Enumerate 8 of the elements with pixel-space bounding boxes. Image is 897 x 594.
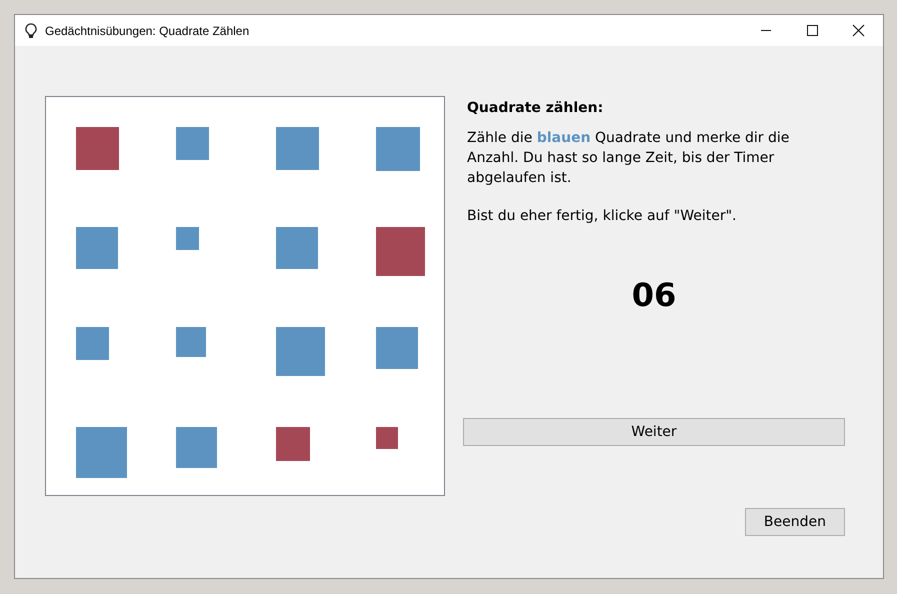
instructions-heading: Quadrate zählen: bbox=[467, 100, 604, 116]
next-button[interactable]: Weiter bbox=[463, 418, 845, 446]
instructions-text: Zähle die blauen Quadrate und merke dir die Anzahl. Du hast so lange Zeit, bis der Timer abgelaufen ist. bbox=[467, 129, 790, 188]
instructions-text: Bist du eher fertig, klicke auf "Weiter". bbox=[467, 207, 738, 226]
timer-text: 06 bbox=[630, 276, 678, 314]
window-title: Gedächtnisübungen: Quadrate Zählen bbox=[45, 24, 250, 38]
quit-button[interactable]: Beenden bbox=[744, 508, 845, 536]
lightbulb-icon bbox=[25, 22, 37, 38]
